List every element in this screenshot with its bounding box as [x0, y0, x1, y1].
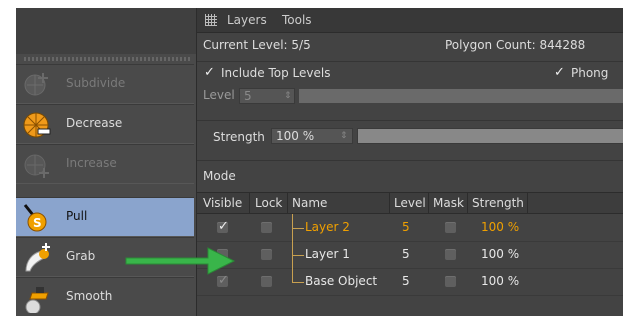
grab-brush-icon: [25, 243, 50, 272]
tool-label: Subdivide: [66, 76, 126, 90]
col-lock[interactable]: Lock: [255, 196, 282, 210]
drag-handle[interactable]: [24, 57, 192, 61]
layer-strength[interactable]: 100 %: [481, 247, 519, 261]
layer-level: 5: [402, 247, 410, 261]
phong-label: Phong: [571, 66, 609, 80]
layer-strength[interactable]: 100 %: [481, 220, 519, 234]
layer-level: 5: [402, 220, 410, 234]
mask-checkbox[interactable]: [445, 249, 456, 260]
tool-column-header: [16, 8, 196, 54]
increase-button[interactable]: Increase: [16, 144, 194, 184]
level-spinner-icon[interactable]: ⇕: [284, 91, 292, 101]
visible-check-icon: ✓: [218, 273, 229, 288]
menu-tools[interactable]: Tools: [282, 13, 312, 27]
visible-check-icon: ✓: [218, 219, 229, 234]
pull-button[interactable]: S Pull: [16, 197, 194, 237]
strength-field[interactable]: 100 % ⇕: [271, 128, 353, 144]
sculpt-app: Subdivide Decrease Increase S Pull Grab …: [16, 8, 623, 316]
col-strength[interactable]: Strength: [472, 196, 524, 210]
layer-level: 5: [402, 274, 410, 288]
mode-label: Mode: [203, 169, 236, 183]
col-name[interactable]: Name: [292, 196, 327, 210]
level-field[interactable]: 5 ⇕: [239, 88, 295, 104]
panel-titlebar: Layers Tools: [197, 8, 623, 33]
include-top-levels-checkbox[interactable]: ✓: [204, 66, 216, 79]
column-divider: [287, 193, 288, 213]
green-arrow-icon: [125, 247, 236, 275]
polygon-count: Polygon Count: 844288: [445, 38, 586, 52]
column-divider: [428, 193, 429, 213]
strength-slider[interactable]: [357, 128, 623, 144]
tool-label: Smooth: [66, 289, 113, 303]
include-top-levels-label: Include Top Levels: [221, 66, 331, 80]
include-top-levels-row: ✓ Include Top Levels ✓ Phong: [197, 61, 623, 84]
mask-checkbox[interactable]: [445, 276, 456, 287]
current-level: Current Level: 5/5: [203, 38, 311, 52]
decrease-button[interactable]: Decrease: [16, 104, 194, 144]
increase-icon: [24, 154, 49, 178]
layer-strength[interactable]: 100 %: [481, 274, 519, 288]
strength-slider-fill: [358, 129, 623, 143]
column-divider: [527, 193, 528, 213]
column-divider: [249, 193, 250, 213]
col-mask[interactable]: Mask: [433, 196, 464, 210]
subdivide-icon: [24, 73, 48, 96]
decrease-icon: [23, 112, 51, 138]
level-slider[interactable]: [299, 89, 623, 103]
tree-line: [292, 268, 293, 282]
strength-value: 100 %: [276, 129, 315, 143]
smooth-button[interactable]: Smooth: [16, 277, 194, 316]
info-row: Current Level: 5/5 Polygon Count: 844288: [197, 33, 623, 57]
table-row[interactable]: Layer 1 5 100 %: [197, 241, 623, 269]
lock-checkbox[interactable]: [261, 249, 272, 260]
level-value: 5: [244, 89, 252, 103]
col-visible[interactable]: Visible: [203, 196, 242, 210]
mode-row: Mode: [197, 160, 623, 187]
tree-branch: [292, 255, 304, 256]
strength-spinner-icon[interactable]: ⇕: [340, 131, 348, 141]
grid-icon[interactable]: [205, 14, 217, 26]
layer-name[interactable]: Base Object: [305, 274, 377, 288]
table-row[interactable]: ✓ Layer 2 5 100 %: [197, 214, 623, 242]
pull-brush-icon: S: [23, 204, 47, 232]
layer-name[interactable]: Layer 1: [305, 247, 350, 261]
layers-table-header: Visible Lock Name Level Mask Strength: [197, 192, 623, 214]
col-level[interactable]: Level: [394, 196, 426, 210]
svg-text:S: S: [33, 216, 42, 230]
screenshot-frame: Subdivide Decrease Increase S Pull Grab …: [0, 0, 623, 316]
level-label: Level: [203, 88, 235, 102]
tool-label: Decrease: [66, 116, 123, 130]
lock-checkbox[interactable]: [261, 276, 272, 287]
tree-branch: [292, 282, 304, 283]
tool-label: Pull: [66, 209, 88, 223]
menu-layers[interactable]: Layers: [227, 13, 267, 27]
table-row[interactable]: ✓ Base Object 5 100 %: [197, 268, 623, 296]
smooth-brush-icon: [25, 287, 49, 313]
lock-checkbox[interactable]: [261, 222, 272, 233]
tool-label: Increase: [66, 156, 117, 170]
strength-row: Strength 100 % ⇕: [197, 120, 623, 151]
layers-panel: Layers Tools Current Level: 5/5 Polygon …: [196, 8, 623, 316]
strength-label: Strength: [213, 130, 265, 144]
layer-name[interactable]: Layer 2: [305, 220, 350, 234]
column-divider: [467, 193, 468, 213]
tree-branch: [292, 228, 304, 229]
column-divider: [389, 193, 390, 213]
tool-label: Grab: [66, 249, 96, 263]
subdivide-button[interactable]: Subdivide: [16, 64, 194, 104]
level-row: Level 5 ⇕: [197, 85, 623, 105]
phong-checkbox[interactable]: ✓: [554, 66, 566, 79]
mask-checkbox[interactable]: [445, 222, 456, 233]
